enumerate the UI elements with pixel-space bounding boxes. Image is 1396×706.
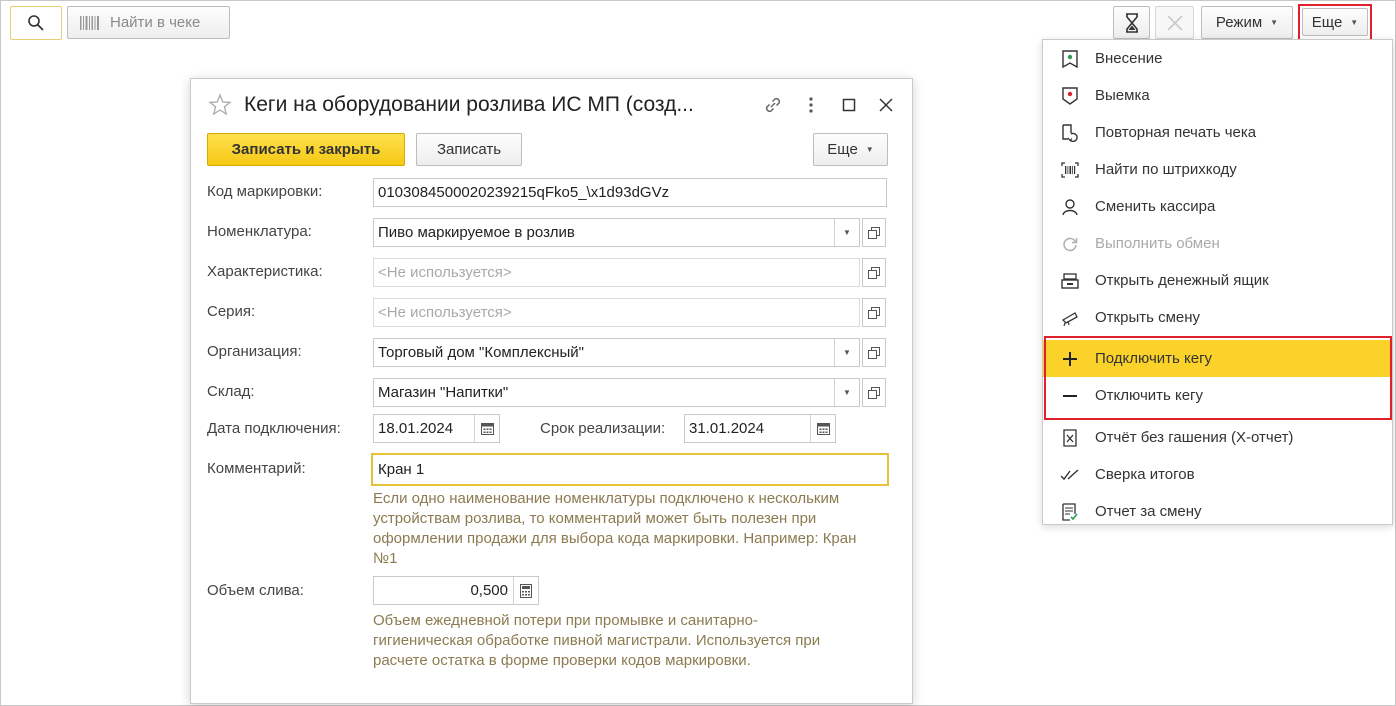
barcode-scan-icon: [1060, 160, 1080, 180]
nomenclature-label: Номенклатура:: [207, 223, 312, 240]
menu-item-reprint[interactable]: Повторная печать чека: [1043, 114, 1392, 151]
save-button[interactable]: Записать: [416, 133, 522, 166]
chevron-down-icon[interactable]: ▼: [834, 219, 859, 246]
nomenclature-value: Пиво маркируемое в розлив: [378, 224, 575, 241]
find-in-receipt-placeholder: Найти в чеке: [110, 14, 201, 31]
expiry-date-field[interactable]: 31.01.2024: [684, 414, 836, 443]
link-icon[interactable]: [761, 93, 785, 117]
refresh-icon: [1060, 234, 1080, 254]
favorite-star-icon[interactable]: [208, 93, 232, 117]
expiry-date-label: Срок реализации:: [540, 420, 666, 437]
dialog-title: Кеги на оборудовании розлива ИС МП (созд…: [244, 93, 694, 116]
more-vertical-icon[interactable]: [801, 93, 821, 117]
chevron-down-icon[interactable]: ▼: [834, 339, 859, 366]
open-organization-button[interactable]: [862, 338, 886, 367]
connect-date-field[interactable]: 18.01.2024: [373, 414, 500, 443]
expiry-date-value: 31.01.2024: [689, 420, 765, 437]
connect-date-label: Дата подключения:: [207, 420, 341, 437]
marking-code-field[interactable]: 0103084500020239215qFko5_\x1d93dGVz: [373, 178, 887, 207]
x-report-icon: [1060, 428, 1080, 448]
user-icon: [1060, 197, 1080, 217]
barcode-icon: [80, 15, 99, 30]
open-series-button[interactable]: [862, 298, 886, 327]
open-characteristic-button[interactable]: [862, 258, 886, 287]
chevron-down-icon: ▼: [865, 145, 874, 154]
dialog-more-label: Еще: [827, 141, 858, 158]
maximize-icon[interactable]: [839, 93, 859, 117]
dialog-more-button[interactable]: Еще ▼: [813, 133, 888, 166]
warehouse-label: Склад:: [207, 383, 255, 400]
mode-button-label: Режим: [1215, 14, 1263, 31]
series-field: <Не используется>: [373, 298, 860, 327]
organization-field[interactable]: Торговый дом "Комплексный" ▼: [373, 338, 860, 367]
hourglass-button[interactable]: [1113, 6, 1150, 39]
close-icon[interactable]: [876, 93, 896, 117]
cash-out-icon: [1060, 86, 1080, 106]
search-icon: [28, 15, 44, 31]
more-actions-menu: Внесение Выемка Повторная печать чека На…: [1042, 39, 1393, 525]
organization-value: Торговый дом "Комплексный": [378, 344, 584, 361]
menu-item-exchange: Выполнить обмен: [1043, 225, 1392, 262]
drain-volume-field[interactable]: 0,500: [373, 576, 539, 605]
save-and-close-button[interactable]: Записать и закрыть: [207, 133, 405, 166]
organization-label: Организация:: [207, 343, 302, 360]
marking-code-value: 0103084500020239215qFko5_\x1d93dGVz: [378, 184, 670, 201]
annotation-highlight-more: [1298, 4, 1372, 41]
search-button[interactable]: [10, 6, 62, 40]
nomenclature-field[interactable]: Пиво маркируемое в розлив ▼: [373, 218, 860, 247]
characteristic-value: <Не используется>: [378, 264, 512, 281]
menu-item-open-drawer[interactable]: Открыть денежный ящик: [1043, 262, 1392, 299]
comment-label: Комментарий:: [207, 460, 306, 477]
menu-item-change-cashier[interactable]: Сменить кассира: [1043, 188, 1392, 225]
comment-value: Кран 1: [378, 461, 425, 478]
marking-code-label: Код маркировки:: [207, 183, 323, 200]
comment-hint: Если одно наименование номенклатуры подк…: [373, 490, 857, 567]
menu-item-cash-out[interactable]: Выемка: [1043, 77, 1392, 114]
menu-item-reconciliation[interactable]: Сверка итогов: [1043, 456, 1392, 493]
chevron-down-icon[interactable]: ▼: [834, 379, 859, 406]
warehouse-value: Магазин "Напитки": [378, 384, 509, 401]
series-label: Серия:: [207, 303, 256, 320]
check-marks-icon: [1060, 465, 1080, 485]
open-copy-icon: [868, 386, 880, 399]
shift-report-icon: [1060, 502, 1080, 522]
annotation-highlight-keg-items: [1044, 336, 1392, 420]
chevron-down-icon: ▼: [1270, 18, 1279, 27]
open-copy-icon: [868, 346, 880, 359]
characteristic-field: <Не используется>: [373, 258, 860, 287]
comment-field[interactable]: Кран 1: [371, 453, 889, 486]
menu-item-find-barcode[interactable]: Найти по штрихкоду: [1043, 151, 1392, 188]
menu-item-cash-in[interactable]: Внесение: [1043, 40, 1392, 77]
characteristic-label: Характеристика:: [207, 263, 323, 280]
drain-volume-value: 0,500: [470, 582, 508, 599]
series-value: <Не используется>: [378, 304, 512, 321]
open-copy-icon: [868, 266, 880, 279]
calculator-icon[interactable]: [513, 577, 538, 604]
warehouse-field[interactable]: Магазин "Напитки" ▼: [373, 378, 860, 407]
menu-item-open-shift[interactable]: Открыть смену: [1043, 299, 1392, 336]
find-in-receipt-input[interactable]: Найти в чеке: [67, 6, 230, 39]
connect-date-value: 18.01.2024: [378, 420, 454, 437]
keg-form-dialog: Кеги на оборудовании розлива ИС МП (созд…: [190, 78, 913, 704]
open-shift-icon: [1060, 308, 1080, 328]
open-warehouse-button[interactable]: [862, 378, 886, 407]
menu-item-x-report[interactable]: Отчёт без гашения (X-отчет): [1043, 419, 1392, 456]
cash-drawer-icon: [1060, 271, 1080, 291]
hourglass-icon: [1125, 12, 1138, 33]
calendar-icon[interactable]: [474, 415, 499, 442]
open-nomenclature-button[interactable]: [862, 218, 886, 247]
open-copy-icon: [868, 226, 880, 239]
drain-volume-hint: Объем ежедневной потери при промывке и с…: [373, 612, 821, 669]
mode-button[interactable]: Режим ▼: [1201, 6, 1293, 39]
menu-item-shift-report[interactable]: Отчет за смену: [1043, 493, 1392, 530]
drain-volume-label: Объем слива:: [207, 582, 304, 599]
close-icon: [1166, 14, 1183, 31]
calendar-icon[interactable]: [810, 415, 835, 442]
cash-in-icon: [1060, 49, 1080, 69]
open-copy-icon: [868, 306, 880, 319]
reprint-receipt-icon: [1060, 123, 1080, 143]
cancel-button[interactable]: [1155, 6, 1194, 39]
